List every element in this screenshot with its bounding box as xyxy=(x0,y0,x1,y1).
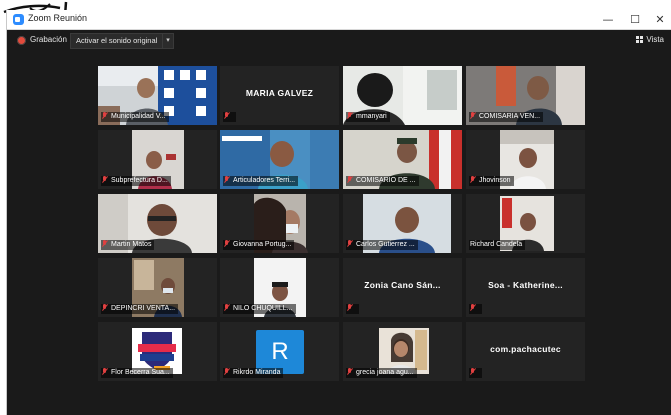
participant-tile[interactable]: NILO CHUQUILL... xyxy=(220,258,339,317)
participant-name: COMISARIA VEN... xyxy=(479,113,541,120)
muted-mic-icon xyxy=(347,112,353,119)
view-label: Vista xyxy=(646,35,664,44)
gallery-grid-icon xyxy=(636,36,644,43)
participant-tile[interactable]: R Rikrdo Miranda xyxy=(220,322,339,381)
muted-mic-icon xyxy=(224,304,230,311)
meeting-toolbar: Grabación Activar el sonido original ▾ V… xyxy=(7,30,671,52)
muted-mic-icon xyxy=(470,112,476,119)
participant-name: Rikrdo Miranda xyxy=(233,369,281,376)
close-button[interactable]: ✕ xyxy=(645,10,671,29)
participant-name: Articuladores Terri... xyxy=(233,177,296,184)
participant-name-label: Giovanna Portug... xyxy=(223,240,295,250)
participant-name: DEPINCRI VENTA... xyxy=(111,305,176,312)
muted-mic-icon xyxy=(102,368,108,375)
zoom-window: Zoom Reunión — ☐ ✕ Grabación Activar el … xyxy=(6,10,671,415)
participant-name-label: DEPINCRI VENTA... xyxy=(101,304,179,314)
title-bar: Zoom Reunión — ☐ ✕ xyxy=(7,10,671,30)
window-title: Zoom Reunión xyxy=(28,13,88,23)
participant-name: Flor Becerra Sua... xyxy=(111,369,170,376)
participant-name-label: Martin Matos xyxy=(101,240,155,250)
participant-name-label: COMISARIA VEN... xyxy=(469,112,544,122)
muted-mic-icon xyxy=(470,368,476,375)
participant-name-label: grecia joana agu... xyxy=(346,368,417,378)
muted-mic-icon xyxy=(224,112,230,119)
participant-name: Subprefectura D... xyxy=(111,177,168,184)
participant-name-label: Jhovinson xyxy=(469,176,514,186)
participant-name-label xyxy=(469,368,482,378)
participant-tile[interactable]: Zonia Cano Sán... xyxy=(343,258,462,317)
participant-tile[interactable]: grecia joana agu... xyxy=(343,322,462,381)
participant-tile[interactable]: Municipalidad V... xyxy=(98,66,217,125)
participant-name-label: Rikrdo Miranda xyxy=(223,368,284,378)
participant-display-name: MARIA GALVEZ xyxy=(245,88,314,98)
participant-tile[interactable]: Martin Matos xyxy=(98,194,217,253)
view-button[interactable]: Vista xyxy=(636,35,664,44)
participant-tile[interactable]: MARIA GALVEZ xyxy=(220,66,339,125)
participant-name-label: Carlos Gutierrez ... xyxy=(346,240,418,250)
participant-name-label: Flor Becerra Sua... xyxy=(101,368,173,378)
participant-name: NILO CHUQUILL... xyxy=(233,305,293,312)
participant-tile[interactable]: Carlos Gutierrez ... xyxy=(343,194,462,253)
participant-name: COMISARIO DE ... xyxy=(356,177,416,184)
participant-tile[interactable]: Subprefectura D... xyxy=(98,130,217,189)
muted-mic-icon xyxy=(347,368,353,375)
muted-mic-icon xyxy=(224,240,230,247)
recording-label: Grabación xyxy=(30,35,67,44)
participant-name: grecia joana agu... xyxy=(356,369,414,376)
participant-name-label: COMISARIO DE ... xyxy=(346,176,419,186)
participant-tile[interactable]: COMISARIA VEN... xyxy=(466,66,585,125)
participant-tile[interactable]: com.pachacutec xyxy=(466,322,585,381)
muted-mic-icon xyxy=(347,240,353,247)
participant-tile[interactable]: Flor Becerra Sua... xyxy=(98,322,217,381)
participant-name-label: Municipalidad V... xyxy=(101,112,169,122)
muted-mic-icon xyxy=(102,112,108,119)
participant-name: mmanyari xyxy=(356,113,387,120)
participant-name: Municipalidad V... xyxy=(111,113,166,120)
participant-name: Richard Candela xyxy=(470,241,523,248)
recording-icon xyxy=(17,36,26,45)
participant-tile[interactable]: Articuladores Terri... xyxy=(220,130,339,189)
participant-tile[interactable]: Giovanna Portug... xyxy=(220,194,339,253)
muted-mic-icon xyxy=(470,304,476,311)
participant-tile[interactable]: COMISARIO DE ... xyxy=(343,130,462,189)
participant-tile[interactable]: mmanyari xyxy=(343,66,462,125)
muted-mic-icon xyxy=(470,176,476,183)
participant-name-label: mmanyari xyxy=(346,112,390,122)
participant-name: Carlos Gutierrez ... xyxy=(356,241,415,248)
participant-name-label xyxy=(223,112,236,122)
participant-name: Martin Matos xyxy=(111,241,152,248)
muted-mic-icon xyxy=(347,176,353,183)
participant-tile[interactable]: Jhovinson xyxy=(466,130,585,189)
participant-name-label: Richard Candela xyxy=(469,240,526,250)
muted-mic-icon xyxy=(224,368,230,375)
unmute-options-dropdown[interactable]: ▾ xyxy=(162,33,174,49)
participant-name: Jhovinson xyxy=(479,177,511,184)
participant-tile[interactable]: Soa - Katherine... xyxy=(466,258,585,317)
participant-name-label: Subprefectura D... xyxy=(101,176,171,186)
participant-name-label xyxy=(469,304,482,314)
participant-name-label: NILO CHUQUILL... xyxy=(223,304,296,314)
muted-mic-icon xyxy=(102,240,108,247)
muted-mic-icon xyxy=(347,304,353,311)
participant-display-name: com.pachacutec xyxy=(490,344,561,354)
muted-mic-icon xyxy=(224,176,230,183)
participant-name-label xyxy=(346,304,359,314)
participant-display-name: Soa - Katherine... xyxy=(488,280,563,290)
muted-mic-icon xyxy=(102,176,108,183)
muted-mic-icon xyxy=(102,304,108,311)
participant-name: Giovanna Portug... xyxy=(233,241,292,248)
zoom-logo-icon xyxy=(13,14,24,25)
participant-tile-active-speaker[interactable]: Richard Candela xyxy=(466,194,585,253)
minimize-button[interactable]: — xyxy=(593,10,623,29)
participant-name-label: Articuladores Terri... xyxy=(223,176,299,186)
unmute-original-button[interactable]: Activar el sonido original xyxy=(70,33,164,49)
participant-tile[interactable]: DEPINCRI VENTA... xyxy=(98,258,217,317)
participant-display-name: Zonia Cano Sán... xyxy=(364,280,441,290)
